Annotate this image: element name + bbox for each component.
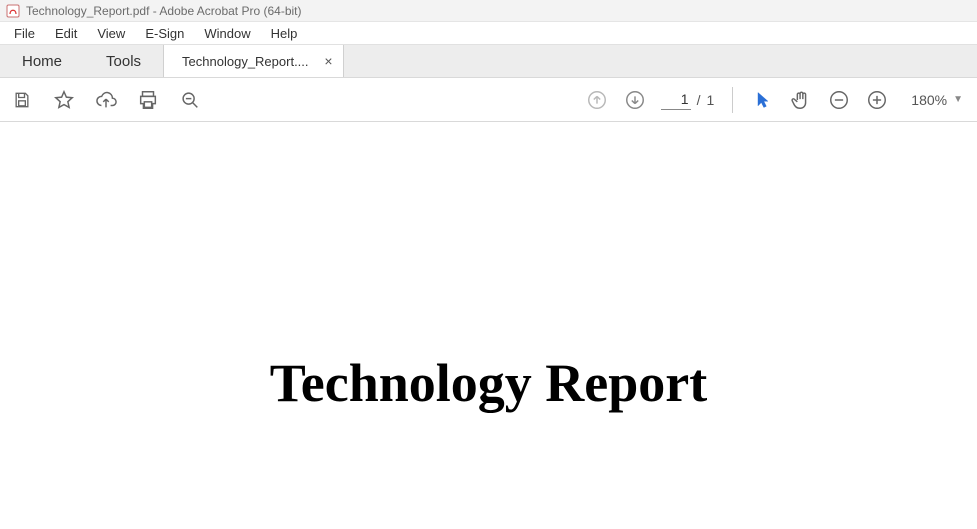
page-total: 1 — [706, 92, 714, 108]
zoom-out-icon[interactable] — [827, 88, 851, 112]
toolbar-separator — [732, 87, 733, 113]
hand-tool-icon[interactable] — [789, 88, 813, 112]
star-icon[interactable] — [52, 88, 76, 112]
zoom-in-icon[interactable] — [865, 88, 889, 112]
window-title: Technology_Report.pdf - Adobe Acrobat Pr… — [26, 4, 302, 18]
zoom-level-dropdown[interactable]: 180% ▼ — [903, 92, 967, 108]
toolbar-group-left — [10, 88, 202, 112]
menu-esign[interactable]: E-Sign — [135, 24, 194, 43]
save-icon[interactable] — [10, 88, 34, 112]
page-number-input[interactable] — [661, 89, 691, 110]
menu-edit[interactable]: Edit — [45, 24, 87, 43]
document-title-text: Technology Report — [0, 352, 977, 414]
pointer-tool-icon[interactable] — [751, 88, 775, 112]
chevron-down-icon: ▼ — [953, 94, 963, 105]
menu-window[interactable]: Window — [194, 24, 260, 43]
page-up-icon[interactable] — [585, 88, 609, 112]
menu-view[interactable]: View — [87, 24, 135, 43]
menu-help[interactable]: Help — [261, 24, 308, 43]
toolbar-group-right: / 1 180% ▼ — [585, 87, 967, 113]
menubar: File Edit View E-Sign Window Help — [0, 22, 977, 44]
page-navigator: / 1 — [661, 89, 715, 110]
tab-tools[interactable]: Tools — [84, 45, 163, 77]
page-separator: / — [697, 92, 701, 108]
find-icon[interactable] — [178, 88, 202, 112]
acrobat-app-icon — [6, 4, 20, 18]
toolbar: / 1 180% ▼ — [0, 78, 977, 122]
tab-document-active[interactable]: Technology_Report.... × — [163, 45, 343, 77]
tabstrip: Home Tools Technology_Report.... × — [0, 44, 977, 78]
tab-document-label: Technology_Report.... — [182, 54, 308, 69]
zoom-level-value: 180% — [911, 92, 947, 108]
cloud-upload-icon[interactable] — [94, 88, 118, 112]
document-viewport[interactable]: Technology Report — [0, 122, 977, 529]
page-down-icon[interactable] — [623, 88, 647, 112]
tab-home[interactable]: Home — [0, 45, 84, 77]
menu-file[interactable]: File — [4, 24, 45, 43]
titlebar: Technology_Report.pdf - Adobe Acrobat Pr… — [0, 0, 977, 22]
document-page: Technology Report — [0, 122, 977, 529]
close-tab-icon[interactable]: × — [324, 54, 332, 68]
print-icon[interactable] — [136, 88, 160, 112]
